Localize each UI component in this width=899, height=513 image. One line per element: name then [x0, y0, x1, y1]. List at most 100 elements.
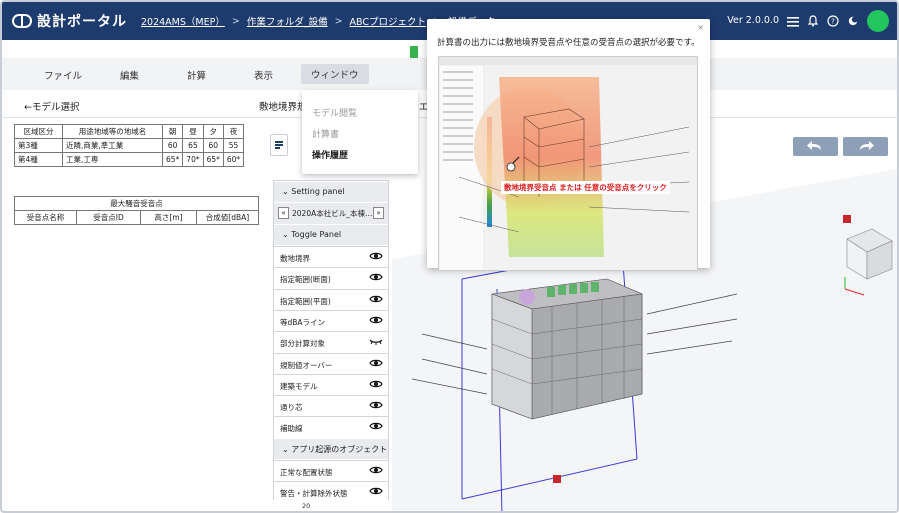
undo-button[interactable]: [793, 137, 838, 156]
app-logo[interactable]: 設計ポータル: [12, 11, 127, 31]
toggle-row[interactable]: 等dBAライン: [274, 309, 388, 331]
eye-icon[interactable]: [369, 251, 383, 263]
toggle-label: 規制値オーバー: [280, 360, 333, 370]
eye-icon[interactable]: [369, 400, 383, 412]
table-header-row: 受音点名称 受音点ID 高さ[m] 合成値[dBA]: [14, 210, 259, 225]
selected-model-label: 2020A本社ビル_本棟…: [292, 209, 373, 218]
zone-limit-table: 区域区分 用途地域等の地域名 朝 昼 夕 夜 第3種 近隣,商業,準工業 60 …: [14, 124, 245, 167]
page-title: 敷地境界規: [259, 102, 307, 113]
marker-icon: [843, 215, 851, 223]
eye-icon[interactable]: [369, 272, 383, 284]
toggle-row[interactable]: 指定範囲(平面): [274, 288, 388, 310]
toggle-row[interactable]: 規制値オーバー: [274, 352, 388, 374]
setting-panel-header[interactable]: ⌄ Setting panel: [274, 182, 388, 202]
toggle-label: 警告・計算除外状態: [280, 489, 348, 498]
table-header: 区域区分: [14, 124, 63, 139]
window-menu-dropdown: モデル閲覧 計算書 操作履歴: [302, 90, 418, 174]
next-model-button[interactable]: »: [373, 207, 384, 219]
table-cell: 60: [202, 138, 224, 153]
toggle-panel-label: Toggle Panel: [291, 230, 342, 239]
table-cell: 55: [222, 138, 245, 153]
menu-view[interactable]: 表示: [254, 68, 273, 82]
breadcrumb-item-abc[interactable]: ABCプロジェクト: [350, 14, 426, 28]
toggle-row[interactable]: 建築モデル: [274, 373, 388, 395]
toggle-label: 通り芯: [280, 403, 303, 413]
app-objects-label: アプリ起源のオブジェクト: [291, 444, 388, 454]
table-header: 受音点ID: [76, 210, 141, 225]
table-cell: 65*: [161, 152, 184, 167]
menu-item-history[interactable]: 操作履歴: [312, 148, 348, 161]
toggle-row[interactable]: 敷地境界: [274, 246, 388, 267]
model-selector: « 2020A本社ビル_本棟… »: [274, 203, 388, 224]
table-cell: 65: [182, 138, 204, 153]
toggle-row[interactable]: 補助線: [274, 416, 388, 438]
hint-screenshot: 敷地境界受音点 または 任意の受音点をクリック: [438, 56, 698, 271]
undo-icon: [807, 141, 821, 150]
hint-callout: 敷地境界受音点 または 任意の受音点をクリック: [501, 181, 670, 194]
chevron-down-icon: ⌄: [282, 444, 292, 454]
table-header: 受音点名称: [14, 210, 77, 225]
toggle-row[interactable]: 部分計算対象: [274, 331, 388, 353]
toggle-label: 等dBAライン: [280, 317, 326, 327]
menu-icon[interactable]: [787, 16, 799, 27]
menu-item-report[interactable]: 計算書: [312, 127, 339, 140]
help-icon[interactable]: ?: [827, 15, 839, 27]
chevron-down-icon: ⌄: [282, 187, 292, 196]
table-header: 夜: [222, 124, 245, 139]
version-label: Ver 2.0.0.0: [727, 15, 779, 26]
table-row: 第4種 工業,工専 65* 70* 65* 60*: [14, 152, 245, 167]
eye-icon[interactable]: [369, 421, 383, 433]
back-to-model-select-link[interactable]: ←モデル選択: [24, 99, 79, 113]
table-header: 用途地域等の地域名: [62, 124, 163, 139]
table-cell: 第4種: [14, 152, 63, 167]
toggle-label: 指定範囲(平面): [280, 296, 331, 306]
table-cell: 60*: [222, 152, 245, 167]
table-header: 朝: [161, 124, 184, 139]
report-icon[interactable]: [270, 134, 288, 156]
toggle-label: 正常な配置状態: [280, 467, 333, 477]
hint-image: [439, 57, 697, 270]
bell-icon[interactable]: [808, 15, 818, 27]
redo-icon: [860, 141, 874, 150]
toggle-row[interactable]: 指定範囲(断面): [274, 267, 388, 289]
menu-edit[interactable]: 編集: [120, 68, 139, 82]
eye-closed-icon[interactable]: [369, 336, 383, 348]
eye-icon[interactable]: [369, 379, 383, 391]
hint-popup: × 計算書の出力には敷地境界受音点や任意の受音点の選択が必要です。 敷地境界受音…: [427, 19, 710, 271]
chevron-down-icon: ⌄: [282, 230, 292, 239]
toggle-row[interactable]: 正常な配置状態: [274, 459, 388, 481]
svg-text:?: ?: [831, 18, 835, 26]
eye-icon[interactable]: [369, 486, 383, 498]
toggle-row[interactable]: 通り芯: [274, 395, 388, 417]
toggle-label: 敷地境界: [280, 254, 310, 263]
eye-icon[interactable]: [369, 465, 383, 477]
menu-calc[interactable]: 計算: [187, 68, 206, 82]
menu-item-model-view[interactable]: モデル閲覧: [312, 106, 357, 119]
receiver-table: 最大騒音受音点 受音点名称 受音点ID 高さ[m] 合成値[dBA]: [14, 196, 259, 225]
theme-icon[interactable]: [848, 15, 858, 27]
prev-model-button[interactable]: «: [278, 207, 289, 219]
chevron-right-icon: >: [231, 15, 240, 27]
app-window: 設計ポータル 2024AMS（MEP） > 作業フォルダ_設備 > ABCプロジ…: [0, 0, 899, 513]
menu-window[interactable]: ウィンドウ: [301, 64, 369, 84]
table-cell: 第3種: [14, 138, 63, 153]
toggle-panel-header[interactable]: ⌄ Toggle Panel: [274, 225, 388, 245]
scale-label: 20: [302, 502, 311, 510]
toggle-label: 建築モデル: [280, 381, 318, 391]
logo-text: 設計ポータル: [37, 14, 127, 30]
eye-icon[interactable]: [369, 358, 383, 370]
app-objects-header[interactable]: ⌄ アプリ起源のオブジェクト: [274, 438, 388, 459]
menu-file[interactable]: ファイル: [44, 68, 82, 82]
file-icon: [410, 46, 418, 58]
eye-icon[interactable]: [369, 294, 383, 306]
close-icon[interactable]: ×: [697, 23, 704, 32]
table-cell: 70*: [182, 152, 204, 167]
toggle-row[interactable]: 警告・計算除外状態: [274, 481, 388, 502]
redo-button[interactable]: [843, 137, 888, 156]
avatar[interactable]: [867, 10, 889, 32]
chevron-right-icon: >: [334, 15, 343, 27]
breadcrumb-item-project[interactable]: 2024AMS（MEP）: [141, 14, 225, 28]
breadcrumb-item-folder[interactable]: 作業フォルダ_設備: [247, 14, 328, 28]
eye-icon[interactable]: [369, 315, 383, 327]
table-header-row: 区域区分 用途地域等の地域名 朝 昼 夕 夜: [14, 124, 245, 139]
